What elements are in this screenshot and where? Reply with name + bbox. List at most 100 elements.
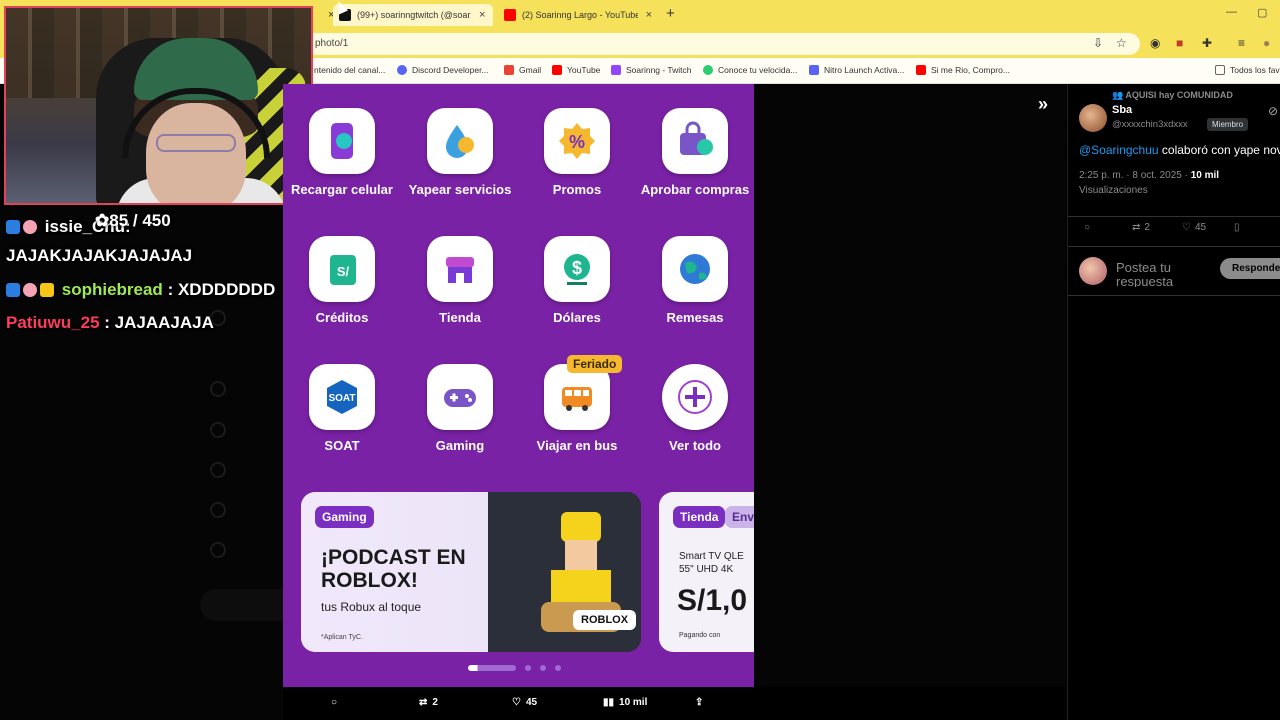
views-label: Visualizaciones — [1079, 185, 1148, 196]
new-tab-icon[interactable]: + — [666, 5, 675, 22]
views-button[interactable]: ▮▮ 10 mil — [603, 697, 647, 708]
carousel-dot[interactable] — [525, 665, 531, 671]
community-name: AQUISI hay COMUNIDAD — [1125, 90, 1233, 100]
banner-note: *Aplican TyC. — [321, 634, 363, 641]
roblox-logo: ROBLOX — [573, 610, 637, 630]
grok-icon[interactable]: ⊘ — [1268, 104, 1278, 118]
repost-button[interactable]: ⇄ 2 — [1132, 222, 1150, 233]
tab-youtube[interactable]: (2) Soarinng Largo - YouTube × — [498, 4, 658, 26]
media-action-bar: ○ ⇄ 2 ♡ 45 ▮▮ 10 mil ⇪ — [283, 687, 1066, 720]
promo-banner-roblox[interactable]: Gaming ¡PODCAST EN ROBLOX! tus Robux al … — [301, 492, 641, 652]
extensions-puzzle-icon[interactable]: ✚ — [1202, 36, 1212, 50]
yape-item-dolares[interactable]: $ Dólares — [518, 236, 636, 326]
yape-item-label: SOAT — [324, 438, 360, 453]
repost-icon: ⇄ — [1132, 222, 1141, 233]
extension-icon[interactable]: ◉ — [1150, 36, 1160, 50]
yape-item-remesas[interactable]: Remesas — [636, 236, 754, 326]
bookmark-button[interactable]: ▯ — [1234, 222, 1240, 233]
bookmark-item[interactable]: Gmail — [504, 65, 541, 75]
tab-close-icon[interactable]: × — [646, 9, 652, 21]
webcam-feed — [4, 6, 313, 205]
carousel-dot-active[interactable] — [468, 665, 516, 671]
bookmark-item[interactable]: Si me Rio, Compro... — [916, 65, 1010, 75]
like-button[interactable]: ♡ 45 — [512, 697, 537, 708]
banner-category-pill: Env — [725, 506, 754, 528]
bookmark-item[interactable]: Soarinng - Twitch — [611, 65, 692, 75]
bookmark-label: Todos los fav — [1230, 65, 1280, 75]
bar-chart-icon: ▮▮ — [603, 697, 615, 708]
ghost-nav-icon — [210, 542, 226, 558]
repost-button[interactable]: ⇄ 2 — [419, 697, 438, 708]
tweet-timestamp[interactable]: 2:25 p. m. · 8 oct. 2025 · — [1079, 170, 1191, 181]
banner-title-line: Smart TV QLE — [679, 551, 744, 562]
yape-item-label: Remesas — [666, 310, 724, 325]
tab-twitter[interactable]: (99+) soarinngtwitch (@soarinn × — [333, 4, 493, 26]
tweet-view-count: 10 mil — [1190, 170, 1220, 181]
tab-title: (99+) soarinngtwitch (@soarinn — [357, 10, 471, 20]
maximize-icon[interactable]: ▢ — [1257, 6, 1267, 19]
bookmark-item[interactable]: Discord Developer... — [397, 65, 489, 75]
chat-message: JAJAKJAJAKJAJAJAJ — [6, 246, 193, 265]
banner-price: S/1,0 — [677, 584, 748, 617]
yape-item-creditos[interactable]: S/ Créditos — [283, 236, 401, 326]
ghost-post-button — [200, 589, 283, 621]
tab-title: (2) Soarinng Largo - YouTube — [522, 10, 638, 20]
ghost-nav-icon — [210, 462, 226, 478]
bookmark-item[interactable]: ntenido del canal... — [314, 65, 385, 75]
minimize-icon[interactable]: — — [1226, 6, 1237, 18]
yape-item-ver-todo[interactable]: Ver todo — [636, 364, 754, 454]
chat-line: sophiebread : XDDDDDDD — [6, 280, 275, 300]
url-input[interactable]: photo/1 — [305, 33, 1140, 55]
mention-link[interactable]: @Soaringchuu — [1079, 143, 1159, 157]
plus-icon — [662, 364, 728, 430]
community-label[interactable]: 👥 AQUISI hay COMUNIDAD — [1112, 90, 1233, 101]
yape-item-aprobar[interactable]: Aprobar compras — [636, 108, 754, 198]
bookmark-label: Conoce tu velocida... — [718, 65, 798, 75]
like-count: 45 — [525, 697, 538, 708]
drop-bulb-icon — [427, 108, 493, 174]
bookmark-item[interactable]: Conoce tu velocida... — [703, 65, 797, 75]
yape-item-label: Viajar en bus — [536, 438, 618, 453]
banner-title-line: 55" UHD 4K — [679, 564, 734, 575]
profile-avatar-icon[interactable]: ● — [1263, 36, 1270, 50]
yape-item-bus[interactable]: Viajar en bus — [518, 364, 636, 454]
yape-item-promos[interactable]: % Promos — [518, 108, 636, 198]
counter-icon: ✿ — [95, 211, 110, 230]
reply-submit-button[interactable]: Responder — [1220, 258, 1280, 279]
yape-item-gaming[interactable]: Gaming — [401, 364, 519, 454]
yape-item-label: Recargar celular — [291, 182, 393, 197]
author-handle[interactable]: @xxxxchin3xdxxx — [1112, 119, 1188, 130]
carousel-dot[interactable] — [555, 665, 561, 671]
bookmark-item[interactable]: YouTube — [552, 65, 600, 75]
reply-button[interactable]: ○ — [331, 697, 337, 708]
carousel-dot[interactable] — [540, 665, 546, 671]
bookmark-star-icon[interactable]: ☆ — [1116, 36, 1127, 50]
reply-button[interactable]: ○ — [1084, 222, 1090, 233]
tab-close-icon[interactable]: × — [479, 9, 485, 21]
yape-item-label: Dólares — [553, 310, 601, 325]
author-avatar[interactable] — [1079, 104, 1107, 132]
share-button[interactable]: ⇪ — [695, 697, 703, 708]
heart-icon: ♡ — [1182, 222, 1191, 233]
reply-input[interactable]: Postea tu respuesta — [1116, 261, 1216, 287]
install-app-icon[interactable]: ⇩ — [1093, 36, 1103, 50]
views-count: 10 mil — [619, 697, 648, 708]
promo-banner-tv[interactable]: Tienda Env Smart TV QLE 55" UHD 4K S/1,0 … — [659, 492, 754, 652]
carousel-dots[interactable] — [468, 665, 561, 671]
expand-panel-icon[interactable]: » — [1038, 94, 1048, 115]
yape-item-soat[interactable]: SOAT SOAT — [283, 364, 401, 454]
yape-item-servicios[interactable]: Yapear servicios — [401, 108, 519, 198]
yape-item-tienda[interactable]: Tienda — [401, 236, 519, 326]
yape-app-image: Recargar celular Yapear servicios % Prom… — [283, 84, 754, 687]
like-count: 45 — [1194, 222, 1207, 233]
like-button[interactable]: ♡ 45 — [1182, 222, 1206, 233]
extension-red-icon[interactable]: ■ — [1176, 36, 1183, 50]
bookmark-item[interactable]: Nitro Launch Activa... — [809, 65, 904, 75]
media-control-icon[interactable]: ≡ — [1238, 36, 1245, 50]
author-name[interactable]: Sba — [1112, 104, 1132, 116]
yape-item-recargar[interactable]: Recargar celular — [283, 108, 401, 198]
bus-icon — [544, 364, 610, 430]
bookmark-folder[interactable]: Todos los fav — [1215, 65, 1280, 75]
bookmark-label: ntenido del canal... — [314, 65, 386, 75]
chat-badge-icon — [6, 283, 20, 297]
